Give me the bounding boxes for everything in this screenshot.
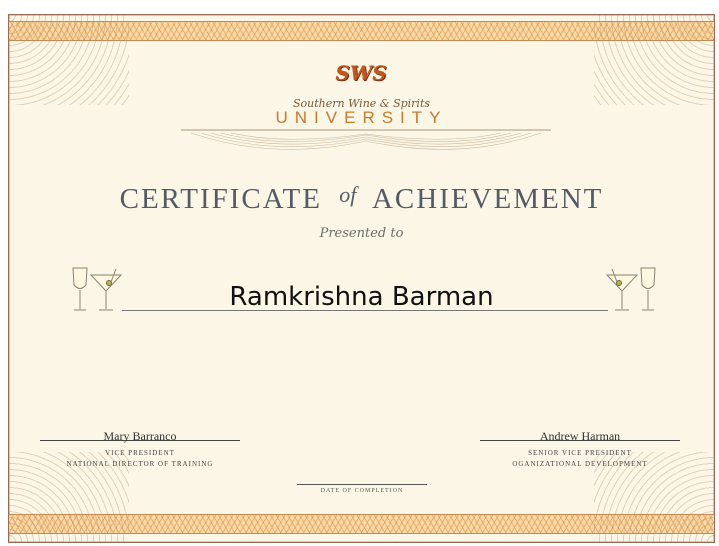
signatory-name-right: Andrew Harman bbox=[539, 429, 621, 443]
title-part-1: CERTIFICATE bbox=[119, 183, 322, 215]
date-line bbox=[297, 484, 427, 485]
logo-university: UNIVERSITY bbox=[275, 108, 448, 127]
corner-ornament bbox=[594, 15, 714, 105]
signatory-title-left: VICE PRESIDENT bbox=[105, 449, 175, 457]
title-of: of bbox=[339, 182, 357, 207]
recipient-underline bbox=[122, 310, 608, 311]
date-of-completion-label: DATE OF COMPLETION bbox=[320, 488, 404, 494]
decorative-wave bbox=[181, 129, 551, 150]
presented-to: Presented to bbox=[319, 226, 404, 241]
title-part-2: ACHIEVEMENT bbox=[371, 183, 604, 215]
logo-monogram: SWS bbox=[335, 61, 387, 85]
signatory-name-left: Mary Barranco bbox=[103, 429, 177, 443]
corner-ornament bbox=[9, 15, 129, 105]
signatory-title-right: SENIOR VICE PRESIDENT bbox=[528, 449, 632, 457]
signatory-department-right: OGANIZATIONAL DEVELOPMENT bbox=[512, 460, 648, 468]
recipient-name: Ramkrishna Barman bbox=[229, 282, 494, 312]
certificate: SWS Southern Wine & Spirits UNIVERSITY C… bbox=[8, 14, 715, 543]
signatory-department-left: NATIONAL DIRECTOR OF TRAINING bbox=[66, 460, 214, 468]
certificate-title: CERTIFICATE of ACHIEVEMENT bbox=[9, 182, 714, 216]
